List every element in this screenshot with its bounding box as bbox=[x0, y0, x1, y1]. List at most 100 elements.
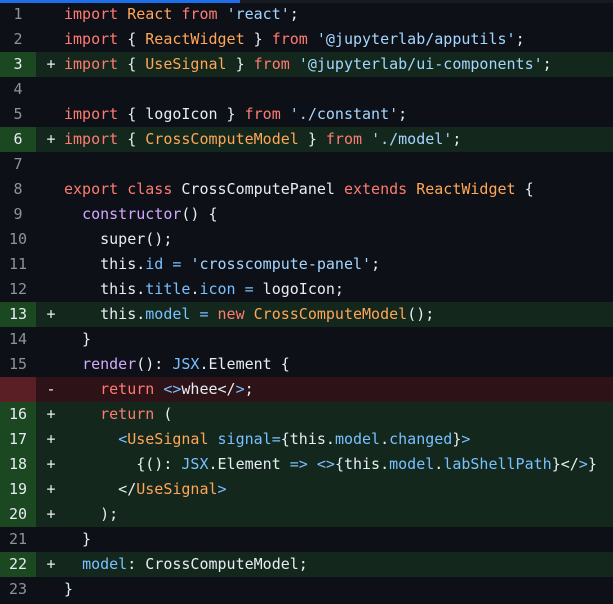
diff-line-added[interactable]: 13 + this.model = new CrossComputeModel()… bbox=[0, 302, 613, 327]
code-token: import bbox=[64, 30, 119, 48]
line-number: 4 bbox=[13, 80, 23, 98]
diff-line-added[interactable]: 17 + <UseSignal signal={this.model.change… bbox=[0, 427, 613, 452]
code-token: } bbox=[587, 455, 597, 473]
code-token: this. bbox=[64, 255, 146, 273]
plus-marker: + bbox=[46, 130, 56, 148]
plus-marker: + bbox=[46, 430, 56, 448]
line-number: 22 bbox=[0, 552, 36, 577]
code-token: model bbox=[145, 305, 191, 323]
code-token: .Element { bbox=[199, 355, 290, 373]
code-token: CrossComputeModel bbox=[253, 305, 408, 323]
diff-line-removed[interactable]: - return <>whee</>; bbox=[0, 377, 613, 402]
plus-marker: + bbox=[46, 305, 56, 323]
code-token: < bbox=[118, 430, 128, 448]
code-token: './model' bbox=[371, 130, 453, 148]
diff-marker bbox=[44, 252, 58, 277]
diff-line[interactable]: 9 constructor() { bbox=[0, 202, 613, 227]
code-token: class bbox=[127, 180, 173, 198]
diff-line-added[interactable]: 3 + import { UseSignal } from '@jupyterlab… bbox=[0, 52, 613, 77]
code-text: this.model = new CrossComputeModel(); bbox=[64, 302, 434, 327]
code-token: ; bbox=[244, 380, 254, 398]
code-text: import React from 'react'; bbox=[64, 2, 299, 27]
diff-line[interactable]: 1 import React from 'react'; bbox=[0, 2, 613, 27]
code-token: ; bbox=[452, 130, 462, 148]
diff-marker bbox=[44, 177, 58, 202]
line-number: 19 bbox=[0, 477, 36, 502]
code-text: } bbox=[64, 527, 91, 552]
code-token: > bbox=[217, 480, 227, 498]
diff-line[interactable]: 11 this.id = 'crosscompute-panel'; bbox=[0, 252, 613, 277]
line-number: 12 bbox=[8, 280, 28, 298]
code-token: {(): bbox=[64, 455, 182, 473]
code-text: this.title.icon = logoIcon; bbox=[64, 277, 344, 302]
line-number: 13 bbox=[0, 302, 36, 327]
diff-marker bbox=[44, 527, 58, 552]
code-token: ReactWidget bbox=[145, 30, 245, 48]
diff-marker bbox=[44, 352, 58, 377]
line-number: 6 bbox=[0, 127, 36, 152]
code-token: model bbox=[82, 555, 128, 573]
diff-line[interactable]: 15 render(): JSX.Element { bbox=[0, 352, 613, 377]
code-text: this.id = 'crosscompute-panel'; bbox=[64, 252, 380, 277]
code-token: 'crosscompute-panel' bbox=[190, 255, 372, 273]
code-text: ); bbox=[64, 502, 118, 527]
diff-line[interactable]: 8 export class CrossComputePanel extends … bbox=[0, 177, 613, 202]
code-token: ; bbox=[371, 255, 381, 273]
diff-line[interactable]: 21 } bbox=[0, 527, 613, 552]
code-token: this. bbox=[64, 305, 146, 323]
code-token: return bbox=[100, 405, 155, 423]
diff-line[interactable]: 10 super(); bbox=[0, 227, 613, 252]
code-token: CrossComputeModel bbox=[145, 130, 299, 148]
diff-line[interactable]: 23} bbox=[0, 577, 613, 602]
code-text: {(): JSX.Element => <>{this.model.labShe… bbox=[64, 452, 597, 477]
code-text: <UseSignal signal={this.model.changed}> bbox=[64, 427, 470, 452]
line-number: 16 bbox=[0, 402, 36, 427]
diff-line-added[interactable]: 20 + ); bbox=[0, 502, 613, 527]
code-text: } bbox=[64, 577, 73, 602]
diff-line[interactable]: 12 this.title.icon = logoIcon; bbox=[0, 277, 613, 302]
code-text: model: CrossComputeModel; bbox=[64, 552, 308, 577]
code-token: ( bbox=[154, 405, 173, 423]
line-number: 5 bbox=[13, 105, 23, 123]
diff-line-added[interactable]: 18 + {(): JSX.Element => <>{this.model.la… bbox=[0, 452, 613, 477]
line-number: 8 bbox=[13, 180, 23, 198]
code-token: from bbox=[244, 105, 281, 123]
code-token: (): bbox=[136, 355, 173, 373]
diff-line-added[interactable]: 22 + model: CrossComputeModel; bbox=[0, 552, 613, 577]
diff-line[interactable]: 4 bbox=[0, 77, 613, 102]
line-number: 15 bbox=[8, 355, 28, 373]
plus-marker: + bbox=[46, 505, 56, 523]
code-token: from bbox=[181, 5, 218, 23]
plus-marker: + bbox=[46, 555, 56, 573]
line-number: 7 bbox=[13, 155, 23, 173]
diff-line-added[interactable]: 6 + import { CrossComputeModel } from './m… bbox=[0, 127, 613, 152]
code-text: constructor() { bbox=[64, 202, 217, 227]
code-token: { bbox=[118, 55, 146, 73]
code-token: CrossComputePanel bbox=[172, 180, 344, 198]
code-token: {this. bbox=[280, 430, 335, 448]
code-token: this. bbox=[64, 280, 146, 298]
diff-line[interactable]: 14 } bbox=[0, 327, 613, 352]
diff-marker bbox=[44, 2, 58, 27]
code-token: UseSignal bbox=[127, 430, 209, 448]
diff-line[interactable]: 5 import { logoIcon } from './constant'; bbox=[0, 102, 613, 127]
diff-line-added[interactable]: 19 + </UseSignal> bbox=[0, 477, 613, 502]
diff-line-added[interactable]: 16 + return ( bbox=[0, 402, 613, 427]
code-token: logoIcon; bbox=[253, 280, 344, 298]
diff-line[interactable]: 2 import { ReactWidget } from '@jupyterla… bbox=[0, 27, 613, 52]
diff-line[interactable]: 7 bbox=[0, 152, 613, 177]
code-text: return <>whee</>; bbox=[64, 377, 254, 402]
code-token: from bbox=[253, 55, 290, 73]
code-token: ReactWidget bbox=[416, 180, 516, 198]
minus-marker: - bbox=[46, 380, 56, 398]
code-token: import bbox=[64, 5, 119, 23]
code-token: } bbox=[64, 580, 74, 598]
